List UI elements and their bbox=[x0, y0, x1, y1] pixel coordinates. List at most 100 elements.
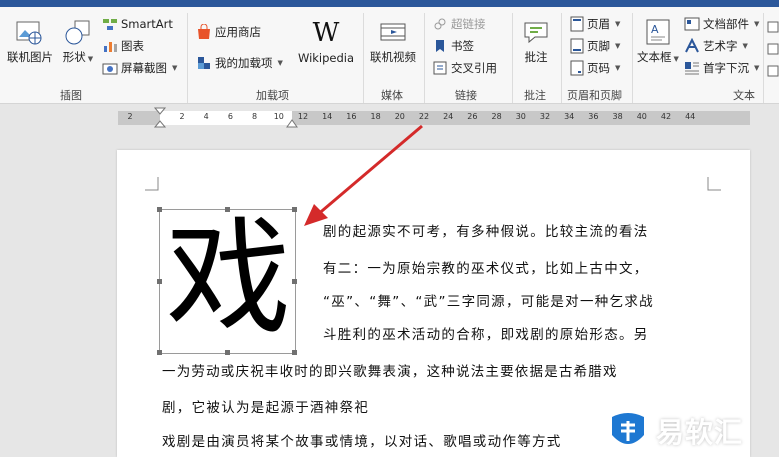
resize-handle[interactable] bbox=[157, 350, 162, 355]
film-icon bbox=[380, 23, 406, 41]
page-number-icon bbox=[570, 60, 584, 76]
watermark-text: 易软汇 bbox=[656, 416, 744, 449]
group-label-text: 文本 bbox=[733, 89, 755, 102]
resize-handle[interactable] bbox=[225, 350, 230, 355]
paragraph-line: 剧，它被认为是起源于酒神祭祀 bbox=[162, 400, 370, 416]
bookmark-button[interactable]: 书签 bbox=[432, 38, 474, 54]
wordart-button[interactable]: 艺术字 ▼ bbox=[684, 38, 748, 54]
screenshot-icon bbox=[102, 63, 118, 75]
ruler-tick-label: 2 bbox=[179, 112, 185, 121]
quick-parts-icon bbox=[684, 17, 700, 31]
comment-button[interactable]: 批注 bbox=[518, 17, 554, 65]
crop-mark-top-left bbox=[145, 177, 159, 191]
group-label-addins: 加载项 bbox=[256, 89, 289, 102]
bookmark-icon bbox=[436, 40, 444, 52]
hyperlink-button[interactable]: 超链接 bbox=[432, 16, 486, 32]
svg-text:A: A bbox=[651, 23, 659, 36]
ruler-tick-label: 38 bbox=[612, 112, 623, 121]
group-separator bbox=[632, 13, 633, 103]
header-button[interactable]: 页眉 ▼ bbox=[570, 16, 620, 32]
paragraph-line: “巫”、“舞”、“武”三字同源，可能是对一种乞求战 bbox=[323, 294, 654, 310]
quick-parts-button[interactable]: 文档部件 ▼ bbox=[684, 16, 759, 32]
group-separator bbox=[424, 13, 425, 103]
overflow-controls[interactable] bbox=[767, 19, 779, 79]
resize-handle[interactable] bbox=[292, 207, 297, 212]
comment-icon bbox=[524, 22, 548, 44]
resize-handle[interactable] bbox=[157, 207, 162, 212]
wikipedia-button[interactable]: W Wikipedia bbox=[295, 17, 357, 65]
ruler-tick-label: 26 bbox=[467, 112, 478, 121]
footer-icon bbox=[570, 38, 584, 54]
ribbon-overflow-icon bbox=[767, 21, 779, 77]
ruler-tick-label: 40 bbox=[636, 112, 647, 121]
shapes-button[interactable]: 形状 ▼ bbox=[60, 17, 96, 65]
ruler-tick-label: 36 bbox=[588, 112, 599, 121]
paragraph-line: 一为劳动或庆祝丰收时的即兴歌舞表演，这种说法主要依据是古希腊戏 bbox=[162, 364, 618, 380]
textbox-button[interactable]: A 文本框 ▼ bbox=[636, 17, 680, 65]
resize-handle[interactable] bbox=[225, 207, 230, 212]
group-label-links: 链接 bbox=[455, 89, 477, 102]
character-picture[interactable]: 戏 bbox=[157, 206, 297, 355]
wordart-icon bbox=[685, 38, 699, 53]
chart-button[interactable]: 图表 bbox=[102, 38, 144, 54]
paragraph-line: 斗胜利的巫术活动的合称，即戏剧的原始形态。另 bbox=[323, 327, 649, 343]
footer-button[interactable]: 页脚 ▼ bbox=[570, 38, 620, 54]
resize-handle[interactable] bbox=[292, 350, 297, 355]
resize-handle[interactable] bbox=[292, 279, 297, 284]
ruler-tick-label: 8 bbox=[252, 112, 258, 121]
ruler-tick-label: 4 bbox=[203, 112, 209, 121]
crop-mark-top-right bbox=[707, 177, 721, 191]
ruler-tick-label: 2 bbox=[127, 112, 133, 121]
ruler-tick-label: 30 bbox=[515, 112, 526, 121]
screenshot-button[interactable]: 屏幕截图 ▼ bbox=[102, 60, 177, 76]
cross-reference-icon bbox=[433, 61, 447, 75]
header-icon bbox=[570, 16, 584, 32]
ribbon-insert-tab: 联机图片 形状 ▼ SmartArt 图表 屏幕截图 ▼ 插图 应用商店 我的加载项… bbox=[0, 7, 779, 104]
picture-glyph: 戏 bbox=[166, 206, 291, 351]
ruler-tick-label: 24 bbox=[443, 112, 454, 121]
page-number-button[interactable]: 页码 ▼ bbox=[570, 60, 620, 76]
resize-handle[interactable] bbox=[157, 279, 162, 284]
smartart-button[interactable]: SmartArt bbox=[102, 16, 173, 32]
first-line-indent-marker[interactable] bbox=[154, 107, 166, 129]
group-label-header-footer: 页眉和页脚 bbox=[567, 89, 622, 102]
online-pictures-button[interactable]: 联机图片 bbox=[4, 17, 56, 65]
my-addins-icon bbox=[198, 57, 210, 69]
store-icon bbox=[198, 24, 210, 39]
cross-reference-button[interactable]: 交叉引用 bbox=[432, 60, 497, 76]
online-pictures-icon bbox=[16, 21, 42, 45]
right-indent-marker[interactable] bbox=[286, 114, 298, 128]
group-label-illustrations: 插图 bbox=[60, 89, 82, 102]
horizontal-ruler[interactable]: 2 2 4 6 8 10 12 14 16 18 20 22 24 26 28 30 32 34 36 38 40 42… bbox=[118, 107, 750, 128]
drop-cap-button[interactable]: 首字下沉 ▼ bbox=[684, 60, 759, 76]
hyperlink-icon bbox=[434, 18, 446, 30]
ruler-tick-label: 44 bbox=[685, 112, 696, 121]
title-bar-strip bbox=[0, 0, 779, 7]
chart-icon bbox=[104, 42, 117, 52]
wikipedia-icon: W bbox=[312, 18, 340, 48]
group-separator bbox=[363, 13, 364, 103]
group-separator bbox=[512, 13, 513, 103]
paragraph-line: 有二：一为原始宗教的巫术仪式，比如上古中文， bbox=[323, 261, 649, 277]
group-separator bbox=[763, 13, 764, 103]
group-label-comments: 批注 bbox=[524, 89, 546, 102]
ruler-tick-label: 28 bbox=[491, 112, 502, 121]
my-addins-button[interactable]: 我的加载项 ▼ bbox=[196, 55, 283, 71]
watermark-logo-icon bbox=[612, 413, 644, 444]
group-separator bbox=[187, 13, 188, 103]
textbox-icon: A bbox=[646, 19, 670, 45]
smartart-icon bbox=[103, 19, 117, 30]
ruler-tick-label: 42 bbox=[660, 112, 672, 121]
ruler-tick-label: 10 bbox=[273, 112, 284, 121]
watermark: 易软汇 bbox=[606, 408, 743, 454]
group-separator bbox=[561, 13, 562, 103]
store-button[interactable]: 应用商店 bbox=[196, 24, 261, 40]
online-video-button[interactable]: 联机视频 bbox=[367, 17, 419, 65]
group-label-media: 媒体 bbox=[381, 89, 403, 102]
ruler-tick-label: 6 bbox=[227, 112, 233, 121]
annotation-arrow bbox=[304, 124, 423, 226]
paragraph-line: 戏剧是由演员将某个故事或情境，以对话、歌唱或动作等方式 bbox=[162, 434, 562, 450]
drop-cap-icon bbox=[685, 62, 699, 75]
shapes-icon bbox=[65, 20, 90, 45]
ruler-tick-label: 34 bbox=[564, 112, 575, 121]
